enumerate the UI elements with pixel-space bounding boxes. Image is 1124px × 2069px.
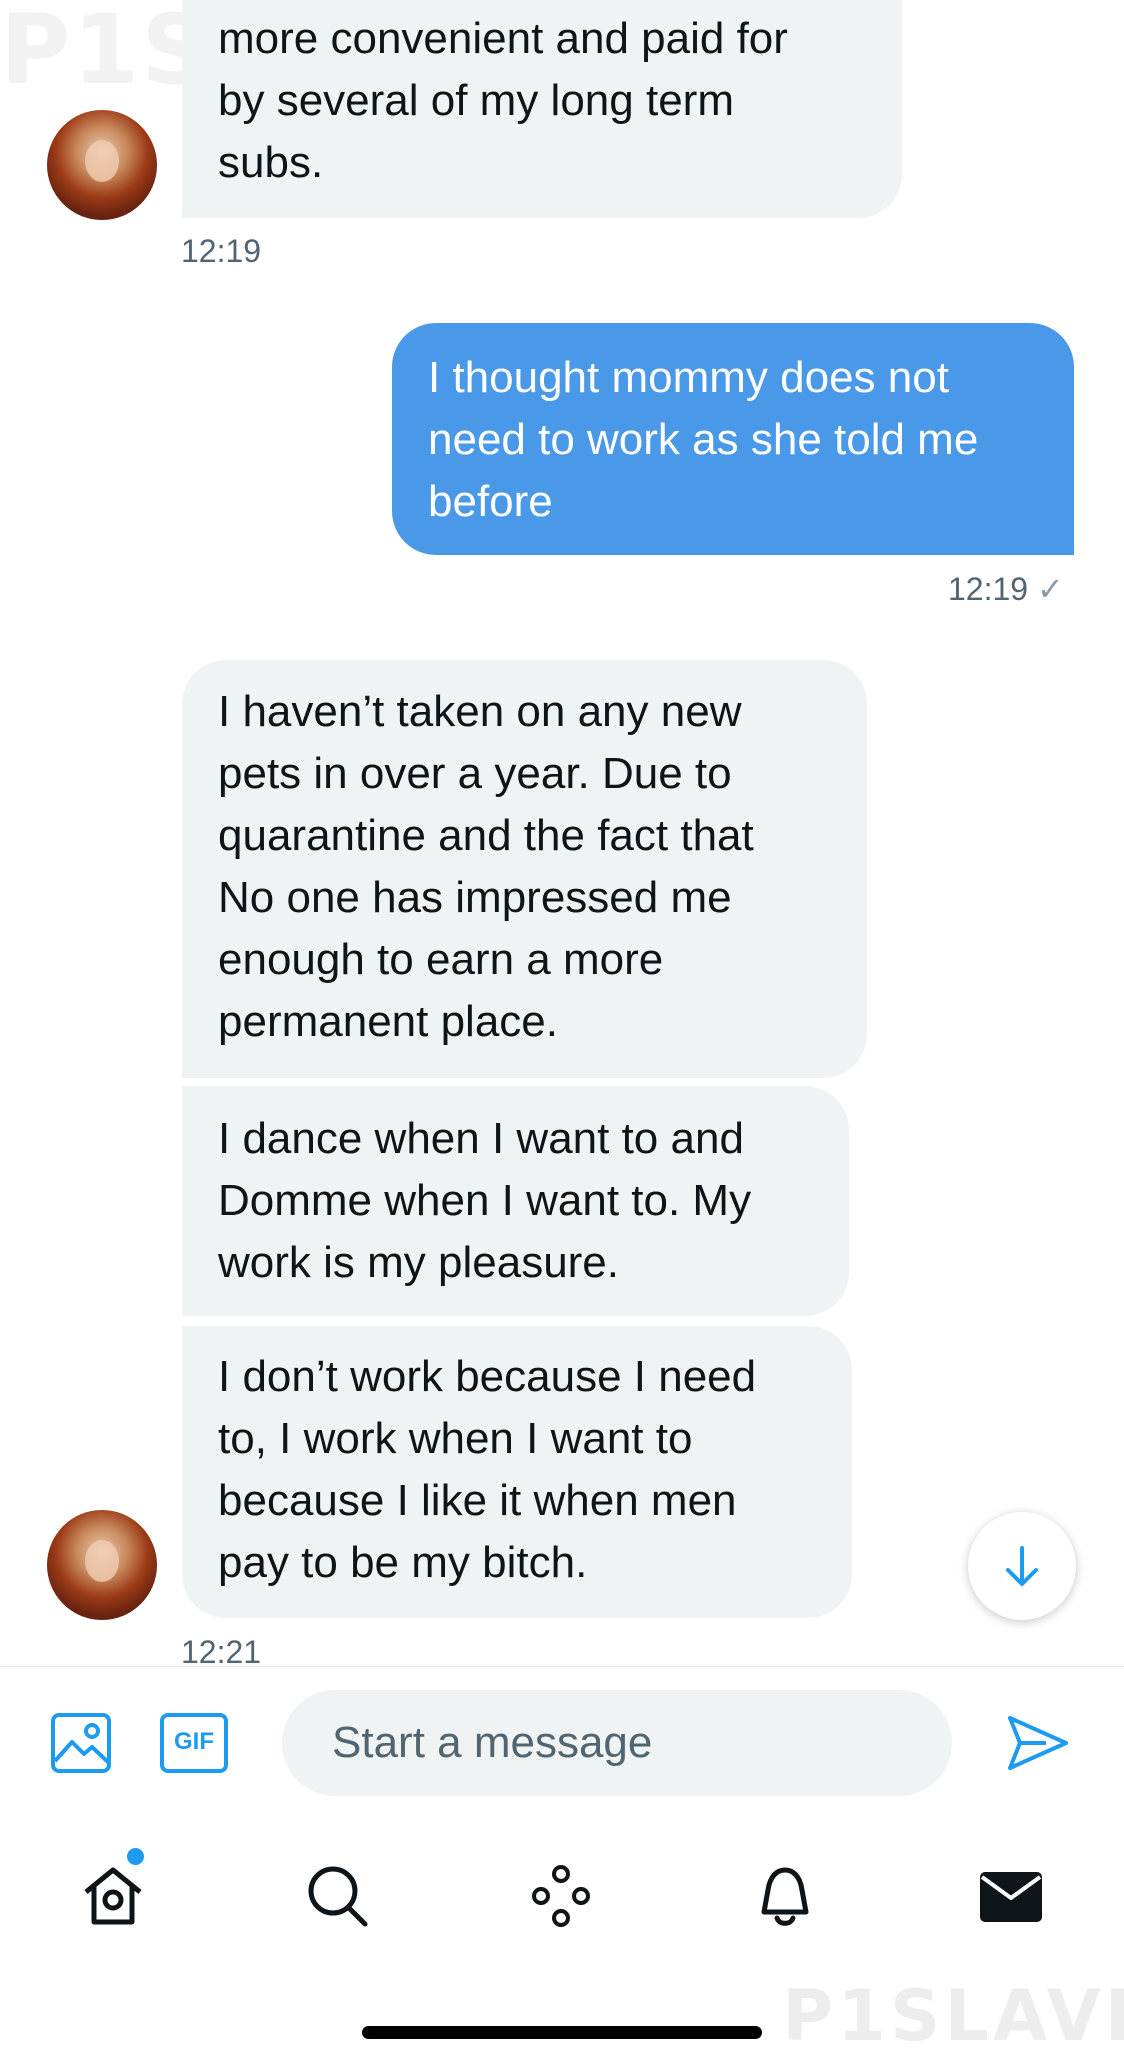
- message-line: work is my pleasure.: [218, 1238, 620, 1287]
- message-line: I dance when I want to and: [218, 1114, 744, 1163]
- message-line: before: [428, 477, 553, 526]
- spaces-icon: [532, 1865, 590, 1927]
- notification-dot: [127, 1848, 144, 1865]
- message-line: pets in over a year. Due to: [218, 749, 732, 798]
- gif-button[interactable]: GIF: [158, 1710, 230, 1776]
- message-line: I thought mommy does not: [428, 353, 949, 402]
- message-bubble-outgoing: I thought mommy does not need to work as…: [392, 323, 1074, 555]
- nav-messages[interactable]: [976, 1862, 1046, 1930]
- message-line: subs.: [218, 138, 324, 187]
- message-line: because I like it when men: [218, 1476, 737, 1525]
- image-button[interactable]: [48, 1710, 114, 1776]
- nav-home[interactable]: [78, 1862, 148, 1930]
- image-icon: [51, 1713, 111, 1773]
- arrow-down-icon: [1006, 1546, 1038, 1586]
- message-bubble-incoming: more convenient and paid for by several …: [182, 0, 902, 218]
- message-input-placeholder: Start a message: [332, 1718, 653, 1767]
- message-line: to, I work when I want to: [218, 1414, 693, 1463]
- nav-search[interactable]: [302, 1862, 372, 1930]
- nav-notifications[interactable]: [750, 1862, 820, 1930]
- scroll-to-bottom-button[interactable]: [968, 1512, 1076, 1620]
- nav-spaces[interactable]: [526, 1862, 596, 1930]
- watermark: P1SLAVE: [782, 1975, 1124, 2057]
- timestamp: 12:19: [181, 233, 262, 269]
- send-icon: [1008, 1716, 1068, 1770]
- home-icon: [84, 1867, 142, 1925]
- message-line: enough to earn a more: [218, 935, 664, 984]
- message-line: pay to be my bitch.: [218, 1538, 588, 1587]
- read-check-icon: ✓: [1036, 571, 1064, 607]
- message-bubble-incoming: I haven’t taken on any new pets in over …: [182, 660, 867, 1078]
- mail-icon: [980, 1872, 1042, 1922]
- message-line: quarantine and the fact that: [218, 811, 754, 860]
- avatar[interactable]: [47, 1510, 157, 1620]
- avatar[interactable]: [47, 110, 157, 220]
- message-line: need to work as she told me: [428, 415, 979, 464]
- message-input[interactable]: Start a message: [282, 1690, 952, 1796]
- message-line: more convenient and paid for: [218, 14, 788, 63]
- timestamp: 12:21: [181, 1634, 262, 1664]
- message-bubble-incoming: I dance when I want to and Domme when I …: [182, 1086, 849, 1316]
- timestamp: 12:19 ✓: [948, 570, 1064, 608]
- timestamp-text: 12:19: [948, 571, 1029, 607]
- message-line: permanent place.: [218, 997, 558, 1046]
- message-line: Domme when I want to. My: [218, 1176, 752, 1225]
- gif-label: GIF: [174, 1728, 214, 1755]
- message-bubble-incoming: I don’t work because I need to, I work w…: [182, 1326, 852, 1618]
- search-icon: [308, 1866, 368, 1927]
- send-button[interactable]: [1004, 1710, 1070, 1776]
- home-indicator[interactable]: [362, 2026, 762, 2039]
- message-line: I don’t work because I need: [218, 1352, 757, 1401]
- composer-divider: [0, 1666, 1124, 1667]
- bell-icon: [761, 1867, 809, 1926]
- message-line: I haven’t taken on any new: [218, 687, 742, 736]
- message-line: by several of my long term: [218, 76, 734, 125]
- message-line: No one has impressed me: [218, 873, 732, 922]
